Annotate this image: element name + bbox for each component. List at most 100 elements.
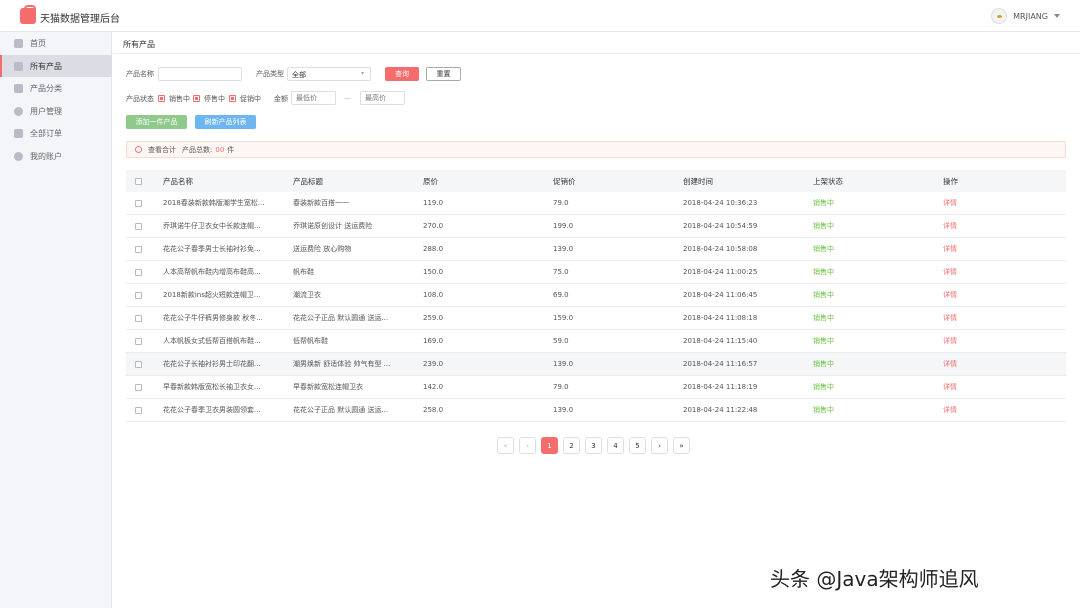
product-name-cell: 花花公子春季卫衣男装圆领套... bbox=[163, 406, 261, 414]
product-name-input[interactable] bbox=[158, 67, 242, 81]
product-name-cell: 花花公子长袖衬衫男士印花翻... bbox=[163, 360, 261, 368]
product-title-cell: 潮流卫衣 bbox=[293, 291, 321, 299]
sidebar-item-category[interactable]: 产品分类 bbox=[0, 77, 112, 99]
row-checkbox[interactable] bbox=[135, 222, 142, 230]
sidebar-item-users[interactable]: 用户管理 bbox=[0, 100, 112, 122]
sidebar-item-all-products[interactable]: 所有产品 bbox=[0, 55, 112, 77]
status-cell: 销售中 bbox=[813, 314, 834, 322]
search-button[interactable]: 查询 bbox=[385, 67, 419, 81]
page-button[interactable]: 1 bbox=[541, 437, 558, 454]
min-price-input[interactable] bbox=[291, 91, 336, 105]
detail-link[interactable]: 详情 bbox=[943, 290, 1043, 300]
row-checkbox[interactable] bbox=[135, 314, 142, 322]
status-on-sale-checkbox[interactable] bbox=[158, 95, 165, 102]
row-checkbox[interactable] bbox=[135, 360, 142, 368]
page-button[interactable]: 3 bbox=[585, 437, 602, 454]
username[interactable]: MRJIANG bbox=[1013, 12, 1048, 21]
detail-link[interactable]: 详情 bbox=[943, 244, 1043, 254]
created-time-cell: 2018-04-24 11:15:40 bbox=[683, 337, 758, 345]
promo-price-cell: 199.0 bbox=[553, 222, 574, 230]
avatar[interactable] bbox=[991, 8, 1008, 24]
price-cell: 119.0 bbox=[423, 199, 444, 207]
row-checkbox[interactable] bbox=[135, 406, 142, 414]
header-status: 上架状态 bbox=[813, 176, 843, 186]
row-checkbox[interactable] bbox=[135, 199, 142, 207]
next-page-button[interactable]: › bbox=[651, 437, 668, 454]
detail-link[interactable]: 详情 bbox=[943, 336, 1043, 346]
status-stopped-checkbox[interactable] bbox=[193, 95, 200, 102]
product-title-cell: 早春新款宽松连帽卫衣 bbox=[293, 383, 363, 391]
select-all-checkbox[interactable] bbox=[135, 177, 142, 185]
promo-price-cell: 139.0 bbox=[553, 360, 574, 368]
home-icon bbox=[14, 38, 23, 48]
status-cell: 销售中 bbox=[813, 199, 834, 207]
row-checkbox[interactable] bbox=[135, 337, 142, 345]
chevron-down-icon: ▾ bbox=[360, 70, 364, 77]
detail-link[interactable]: 详情 bbox=[943, 382, 1043, 392]
promo-price-cell: 79.0 bbox=[553, 199, 569, 207]
detail-link[interactable]: 详情 bbox=[943, 221, 1043, 231]
table-row[interactable]: 花花公子牛仔裤男修身款 秋冬... 花花公子正品 默认圆通 送运... 259.0 1… bbox=[126, 307, 1066, 330]
detail-link[interactable]: 详情 bbox=[943, 405, 1043, 415]
page-button[interactable]: 4 bbox=[607, 437, 624, 454]
detail-link[interactable]: 详情 bbox=[943, 267, 1043, 277]
shopping-bag-logo-icon bbox=[20, 5, 36, 24]
amount-label: 金额 bbox=[274, 95, 288, 103]
breadcrumb: 所有产品 bbox=[113, 32, 1080, 54]
table-row[interactable]: 花花公子春季男士长袖衬衫免... 送运费险 放心购物 288.0 139.0 2018-… bbox=[126, 238, 1066, 261]
product-name-cell: 花花公子春季男士长袖衬衫免... bbox=[163, 245, 261, 253]
first-page-button[interactable]: « bbox=[497, 437, 514, 454]
table-row[interactable]: 早春新款韩版宽松长袖卫衣女... 早春新款宽松连帽卫衣 142.0 79.0 2018-… bbox=[126, 376, 1066, 399]
created-time-cell: 2018-04-24 10:58:08 bbox=[683, 245, 758, 253]
status-promo-checkbox[interactable] bbox=[229, 95, 236, 102]
product-name-label: 产品名称 bbox=[126, 70, 154, 78]
row-checkbox[interactable] bbox=[135, 291, 142, 299]
created-time-cell: 2018-04-24 10:54:59 bbox=[683, 222, 758, 230]
table-row[interactable]: 2018新款ins超火短款连帽卫... 潮流卫衣 108.0 69.0 2018-04-… bbox=[126, 284, 1066, 307]
price-cell: 108.0 bbox=[423, 291, 444, 299]
table-row[interactable]: 2018春装新款韩版潮学生宽松... 春装新款百搭一一 119.0 79.0 2018-… bbox=[126, 192, 1066, 215]
product-status-label: 产品状态 bbox=[126, 95, 154, 103]
chevron-down-icon[interactable] bbox=[1054, 14, 1060, 18]
product-name-cell: 乔琪诺牛仔卫衣女中长款连帽... bbox=[163, 222, 261, 230]
status-stopped-label: 停售中 bbox=[204, 95, 225, 103]
prev-page-button[interactable]: ‹ bbox=[519, 437, 536, 454]
refresh-list-button[interactable]: 刷新产品列表 bbox=[195, 115, 256, 129]
product-title-cell: 潮男焕新 舒适体验 帅气有型 ... bbox=[293, 360, 391, 368]
watermark: 头条 @Java架构师追风 bbox=[770, 567, 979, 591]
table-row[interactable]: 人本高帮帆布鞋内增高布鞋高... 帆布鞋 150.0 75.0 2018-04-24 1… bbox=[126, 261, 1066, 284]
sidebar-item-label: 全部订单 bbox=[30, 128, 62, 138]
last-page-button[interactable]: » bbox=[673, 437, 690, 454]
table-body: 2018春装新款韩版潮学生宽松... 春装新款百搭一一 119.0 79.0 2018-… bbox=[126, 192, 1066, 422]
top-bar: 天猫数据管理后台 MRJIANG bbox=[0, 0, 1080, 32]
sidebar-item-orders[interactable]: 全部订单 bbox=[0, 122, 112, 144]
price-cell: 270.0 bbox=[423, 222, 444, 230]
table-row[interactable]: 花花公子长袖衬衫男士印花翻... 潮男焕新 舒适体验 帅气有型 ... 239.0 1… bbox=[126, 353, 1066, 376]
sidebar-item-account[interactable]: 我的账户 bbox=[0, 145, 112, 167]
table-row[interactable]: 乔琪诺牛仔卫衣女中长款连帽... 乔琪诺原创设计 送运费险 270.0 199.0 20… bbox=[126, 215, 1066, 238]
reset-button[interactable]: 重置 bbox=[426, 67, 461, 81]
user-menu[interactable]: MRJIANG bbox=[991, 8, 1060, 24]
detail-link[interactable]: 详情 bbox=[943, 198, 1043, 208]
row-checkbox[interactable] bbox=[135, 383, 142, 391]
row-checkbox[interactable] bbox=[135, 245, 142, 253]
promo-price-cell: 139.0 bbox=[553, 406, 574, 414]
product-title-cell: 帆布鞋 bbox=[293, 268, 314, 276]
add-product-button[interactable]: 添加一件产品 bbox=[126, 115, 187, 129]
header-action: 操作 bbox=[943, 176, 958, 186]
sidebar-item-home[interactable]: 首页 bbox=[0, 32, 112, 54]
row-checkbox[interactable] bbox=[135, 268, 142, 276]
detail-link[interactable]: 详情 bbox=[943, 313, 1043, 323]
product-type-select[interactable]: 全部 ▾ bbox=[287, 67, 371, 81]
status-cell: 销售中 bbox=[813, 268, 834, 276]
sidebar-item-label: 用户管理 bbox=[30, 106, 62, 116]
table-row[interactable]: 人本帆板女式低帮百搭帆布鞋... 低帮帆布鞋 169.0 59.0 2018-04-24… bbox=[126, 330, 1066, 353]
page-button[interactable]: 5 bbox=[629, 437, 646, 454]
page-button[interactable]: 2 bbox=[563, 437, 580, 454]
product-title-cell: 花花公子正品 默认圆通 送运... bbox=[293, 406, 389, 414]
table-row[interactable]: 花花公子春季卫衣男装圆领套... 花花公子正品 默认圆通 送运... 258.0 13… bbox=[126, 399, 1066, 422]
max-price-input[interactable] bbox=[360, 91, 405, 105]
header-created: 创建时间 bbox=[683, 176, 713, 186]
detail-link[interactable]: 详情 bbox=[943, 359, 1043, 369]
price-cell: 142.0 bbox=[423, 383, 444, 391]
